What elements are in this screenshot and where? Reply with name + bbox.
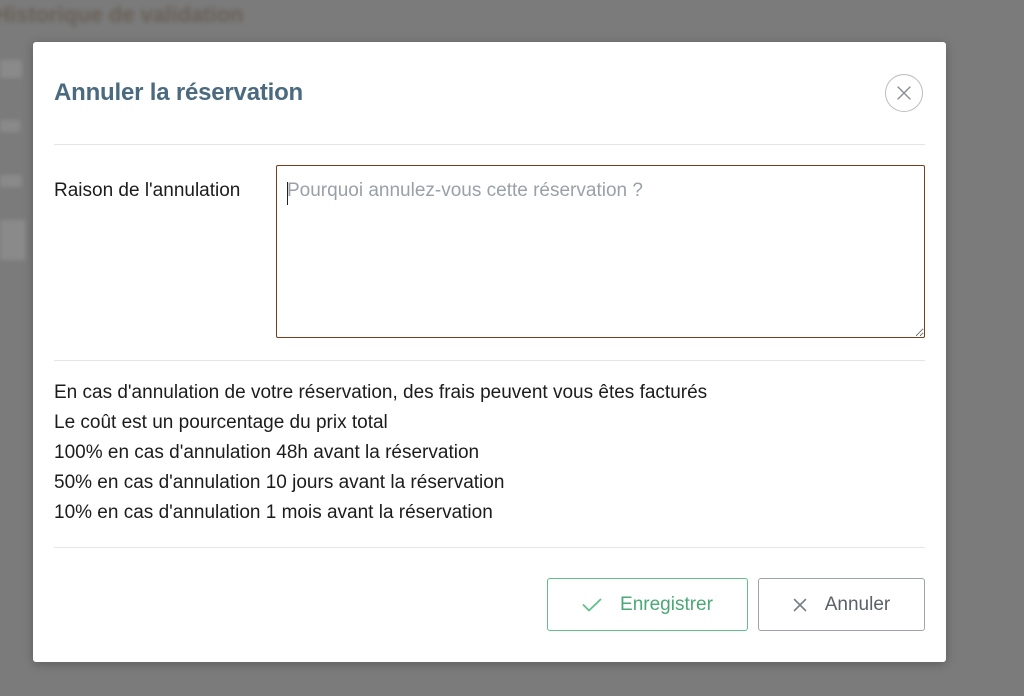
reason-textarea[interactable] — [276, 165, 925, 338]
cancel-button[interactable]: Annuler — [758, 578, 925, 631]
cancel-reservation-modal: Annuler la réservation Raison de l'annul… — [33, 42, 946, 662]
info-line: 10% en cas d'annulation 1 mois avant la … — [54, 502, 493, 523]
close-button[interactable] — [885, 74, 923, 112]
save-button[interactable]: Enregistrer — [547, 578, 748, 631]
save-button-label: Enregistrer — [620, 593, 713, 615]
reason-label: Raison de l'annulation — [54, 180, 241, 201]
info-line: Le coût est un pourcentage du prix total — [54, 412, 388, 433]
cancel-button-label: Annuler — [824, 593, 891, 615]
footer-divider — [54, 547, 925, 548]
x-icon — [793, 598, 807, 612]
background-page-title: Historique de validation — [0, 2, 244, 27]
background-ghost-block — [0, 120, 20, 132]
info-line: En cas d'annulation de votre réservation… — [54, 382, 708, 403]
header-divider — [54, 144, 925, 145]
background-ghost-block — [0, 175, 22, 187]
check-icon — [582, 598, 602, 612]
text-caret — [287, 182, 288, 205]
close-icon — [897, 86, 911, 100]
background-ghost-block — [0, 60, 22, 78]
cancellation-fees-info: En cas d'annulation de votre réservation… — [54, 378, 707, 528]
field-divider — [54, 360, 925, 361]
info-line: 100% en cas d'annulation 48h avant la ré… — [54, 442, 480, 463]
modal-title: Annuler la réservation — [54, 79, 304, 106]
info-line: 50% en cas d'annulation 10 jours avant l… — [54, 472, 505, 493]
background-ghost-block — [0, 220, 26, 260]
